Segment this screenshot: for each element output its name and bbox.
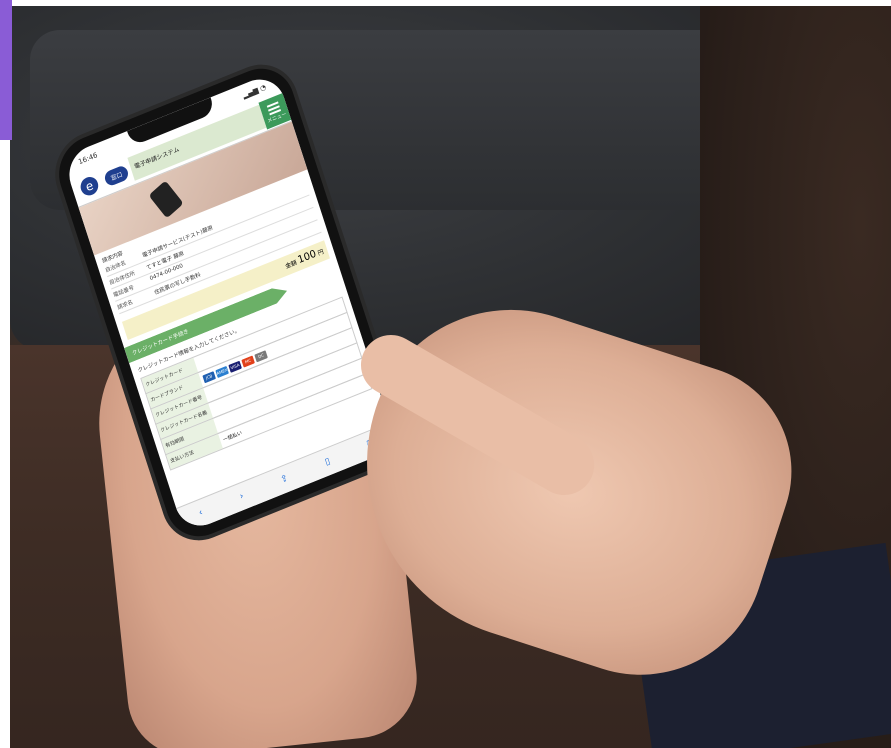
status-time: 16:46 xyxy=(77,151,99,167)
forward-icon[interactable]: › xyxy=(239,491,245,502)
amount-value: 100 xyxy=(296,248,318,267)
amex-icon[interactable]: AMEX xyxy=(215,365,229,378)
tab-window[interactable]: 窓口 xyxy=(102,163,130,187)
share-icon[interactable]: ⇪ xyxy=(279,473,289,485)
photo-scene: 16:46 ▂▄▆ ◔ e 窓口 電子申請システム メニュー 請求内容 自治体名… xyxy=(0,0,891,748)
hero-phone-image xyxy=(148,180,184,219)
amount-label: 金額 xyxy=(284,259,298,271)
purple-accent-bar xyxy=(0,0,12,140)
amount-unit: 円 xyxy=(316,248,325,258)
signal-icon: ▂▄▆ ◔ xyxy=(241,83,268,100)
visa-icon[interactable]: VISA xyxy=(228,360,242,373)
jcb-icon[interactable]: JCB xyxy=(202,370,216,383)
dc-icon[interactable]: DC xyxy=(254,349,268,362)
bookmarks-icon[interactable]: ▯ xyxy=(324,456,332,467)
back-icon[interactable]: ‹ xyxy=(198,508,204,519)
mastercard-icon[interactable]: MC xyxy=(241,354,255,368)
top-border xyxy=(0,0,891,6)
logo-letter: e xyxy=(78,174,101,199)
